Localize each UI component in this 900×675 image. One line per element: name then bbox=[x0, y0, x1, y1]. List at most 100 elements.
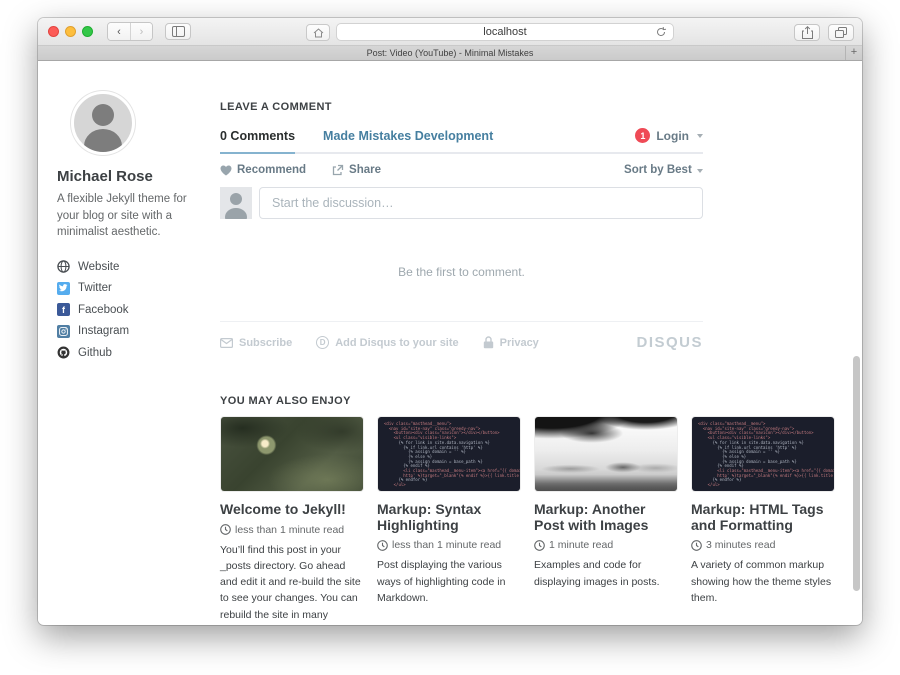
sort-label: Sort by Best bbox=[624, 164, 692, 176]
comment-input[interactable] bbox=[259, 187, 703, 219]
reload-button[interactable] bbox=[655, 26, 667, 38]
close-window-button[interactable] bbox=[48, 26, 59, 37]
post-meta: 3 minutes read bbox=[691, 539, 835, 551]
login-control[interactable]: 1 Login bbox=[635, 128, 703, 143]
disqus-logo: DISQUS bbox=[636, 334, 703, 351]
sidebar-item-twitter[interactable]: Twitter bbox=[57, 282, 209, 295]
post-title[interactable]: Welcome to Jekyll! bbox=[220, 502, 364, 518]
share-icon bbox=[802, 26, 813, 39]
clock-icon bbox=[534, 540, 545, 551]
vertical-scrollbar[interactable] bbox=[853, 356, 860, 591]
clock-icon bbox=[377, 540, 388, 551]
window-controls bbox=[48, 26, 93, 37]
post-title[interactable]: Markup: Another Post with Images bbox=[534, 502, 678, 533]
new-tab-button[interactable]: + bbox=[845, 46, 862, 60]
read-time: 1 minute read bbox=[549, 539, 613, 551]
privacy-link[interactable]: Privacy bbox=[483, 336, 539, 349]
comments-section: LEAVE A COMMENT 0 Comments Made Mistakes… bbox=[220, 101, 703, 351]
link-label: Github bbox=[78, 347, 112, 359]
person-silhouette-icon bbox=[74, 94, 132, 152]
related-posts-section: YOU MAY ALSO ENJOY Welcome to Jekyll! le… bbox=[220, 395, 835, 624]
twitter-icon bbox=[57, 282, 70, 295]
recommend-label: Recommend bbox=[237, 164, 306, 176]
post-excerpt: A variety of common markup showing how t… bbox=[691, 557, 835, 606]
related-card-syntax-highlighting[interactable]: <div class="masthead__menu"> <nav id="si… bbox=[377, 416, 521, 624]
active-tab[interactable]: Post: Video (YouTube) - Minimal Mistakes bbox=[367, 48, 534, 58]
tab-community[interactable]: Made Mistakes Development bbox=[323, 129, 493, 143]
sidebar-icon bbox=[172, 26, 185, 37]
post-thumbnail: <div class="masthead__menu"> <nav id="si… bbox=[691, 416, 835, 492]
chevron-down-icon bbox=[697, 169, 703, 173]
disqus-actions: Recommend Share Sort by Best bbox=[220, 154, 703, 184]
link-label: Twitter bbox=[78, 282, 112, 294]
related-cards: Welcome to Jekyll! less than 1 minute re… bbox=[220, 416, 835, 624]
post-title[interactable]: Markup: HTML Tags and Formatting bbox=[691, 502, 835, 533]
sidebar-item-website[interactable]: Website bbox=[57, 260, 209, 273]
comments-heading: LEAVE A COMMENT bbox=[220, 101, 703, 113]
subscribe-link[interactable]: Subscribe bbox=[220, 337, 292, 349]
author-links: Website Twitter f Facebook Instagram bbox=[57, 260, 209, 359]
globe-icon bbox=[57, 260, 70, 273]
share-button[interactable] bbox=[794, 24, 820, 41]
related-heading: YOU MAY ALSO ENJOY bbox=[220, 395, 835, 407]
avatar bbox=[71, 91, 135, 155]
address-bar[interactable]: localhost bbox=[336, 23, 674, 41]
post-meta: less than 1 minute read bbox=[220, 524, 364, 536]
post-thumbnail bbox=[220, 416, 364, 492]
home-icon bbox=[313, 28, 324, 38]
related-card-post-with-images[interactable]: Markup: Another Post with Images 1 minut… bbox=[534, 416, 678, 624]
post-excerpt: You’ll find this post in your _posts dir… bbox=[220, 542, 364, 624]
share-comments-button[interactable]: Share bbox=[332, 164, 381, 176]
browser-window: ‹ › localhost Post: Video (YouTube) - Mi… bbox=[38, 18, 862, 625]
url-text: localhost bbox=[483, 26, 526, 38]
disqus-tabs: 0 Comments Made Mistakes Development 1 L… bbox=[220, 128, 703, 154]
clock-icon bbox=[220, 524, 231, 535]
read-time: less than 1 minute read bbox=[235, 524, 344, 536]
related-card-html-tags[interactable]: <div class="masthead__menu"> <nav id="si… bbox=[691, 416, 835, 624]
post-excerpt: Examples and code for displaying images … bbox=[534, 557, 678, 590]
minimize-window-button[interactable] bbox=[65, 26, 76, 37]
tab-overview-button[interactable] bbox=[828, 24, 854, 41]
zoom-window-button[interactable] bbox=[82, 26, 93, 37]
post-excerpt: Post displaying the various ways of high… bbox=[377, 557, 521, 606]
forward-button[interactable]: › bbox=[130, 23, 152, 40]
disqus-d-icon: D bbox=[316, 336, 329, 349]
history-nav-buttons: ‹ › bbox=[107, 22, 153, 41]
heart-icon bbox=[220, 165, 232, 176]
author-sidebar: Michael Rose A flexible Jekyll theme for… bbox=[57, 91, 209, 368]
related-card-welcome[interactable]: Welcome to Jekyll! less than 1 minute re… bbox=[220, 416, 364, 624]
login-label: Login bbox=[656, 129, 689, 143]
back-button[interactable]: ‹ bbox=[108, 23, 130, 40]
tab-comment-count[interactable]: 0 Comments bbox=[220, 129, 295, 143]
facebook-icon: f bbox=[57, 303, 70, 316]
tree-photo bbox=[535, 417, 677, 491]
read-time: less than 1 minute read bbox=[392, 539, 501, 551]
sidebar-item-instagram[interactable]: Instagram bbox=[57, 325, 209, 338]
commenter-avatar bbox=[220, 187, 252, 219]
sidebar-item-facebook[interactable]: f Facebook bbox=[57, 303, 209, 316]
post-thumbnail: <div class="masthead__menu"> <nav id="si… bbox=[377, 416, 521, 492]
add-disqus-label: Add Disqus to your site bbox=[335, 337, 458, 349]
github-icon bbox=[57, 346, 70, 359]
clock-icon bbox=[691, 540, 702, 551]
post-meta: 1 minute read bbox=[534, 539, 678, 551]
page-content: Michael Rose A flexible Jekyll theme for… bbox=[38, 61, 862, 624]
post-title[interactable]: Markup: Syntax Highlighting bbox=[377, 502, 521, 533]
browser-titlebar: ‹ › localhost bbox=[38, 18, 862, 46]
chevron-down-icon bbox=[697, 134, 703, 138]
link-label: Instagram bbox=[78, 325, 129, 337]
sidebar-item-github[interactable]: Github bbox=[57, 346, 209, 359]
pond-photo bbox=[221, 417, 363, 491]
sort-by-best-dropdown[interactable]: Sort by Best bbox=[624, 164, 703, 176]
post-thumbnail bbox=[534, 416, 678, 492]
subscribe-label: Subscribe bbox=[239, 337, 292, 349]
add-disqus-link[interactable]: D Add Disqus to your site bbox=[316, 336, 458, 349]
notification-badge: 1 bbox=[635, 128, 650, 143]
sidebar-toggle-button[interactable] bbox=[165, 23, 191, 40]
home-button[interactable] bbox=[306, 24, 330, 41]
disqus-footer: Subscribe D Add Disqus to your site Priv… bbox=[220, 321, 703, 351]
recommend-button[interactable]: Recommend bbox=[220, 164, 306, 176]
comment-form bbox=[220, 187, 703, 219]
tab-bar: Post: Video (YouTube) - Minimal Mistakes… bbox=[38, 46, 862, 61]
person-silhouette-icon bbox=[220, 187, 252, 219]
